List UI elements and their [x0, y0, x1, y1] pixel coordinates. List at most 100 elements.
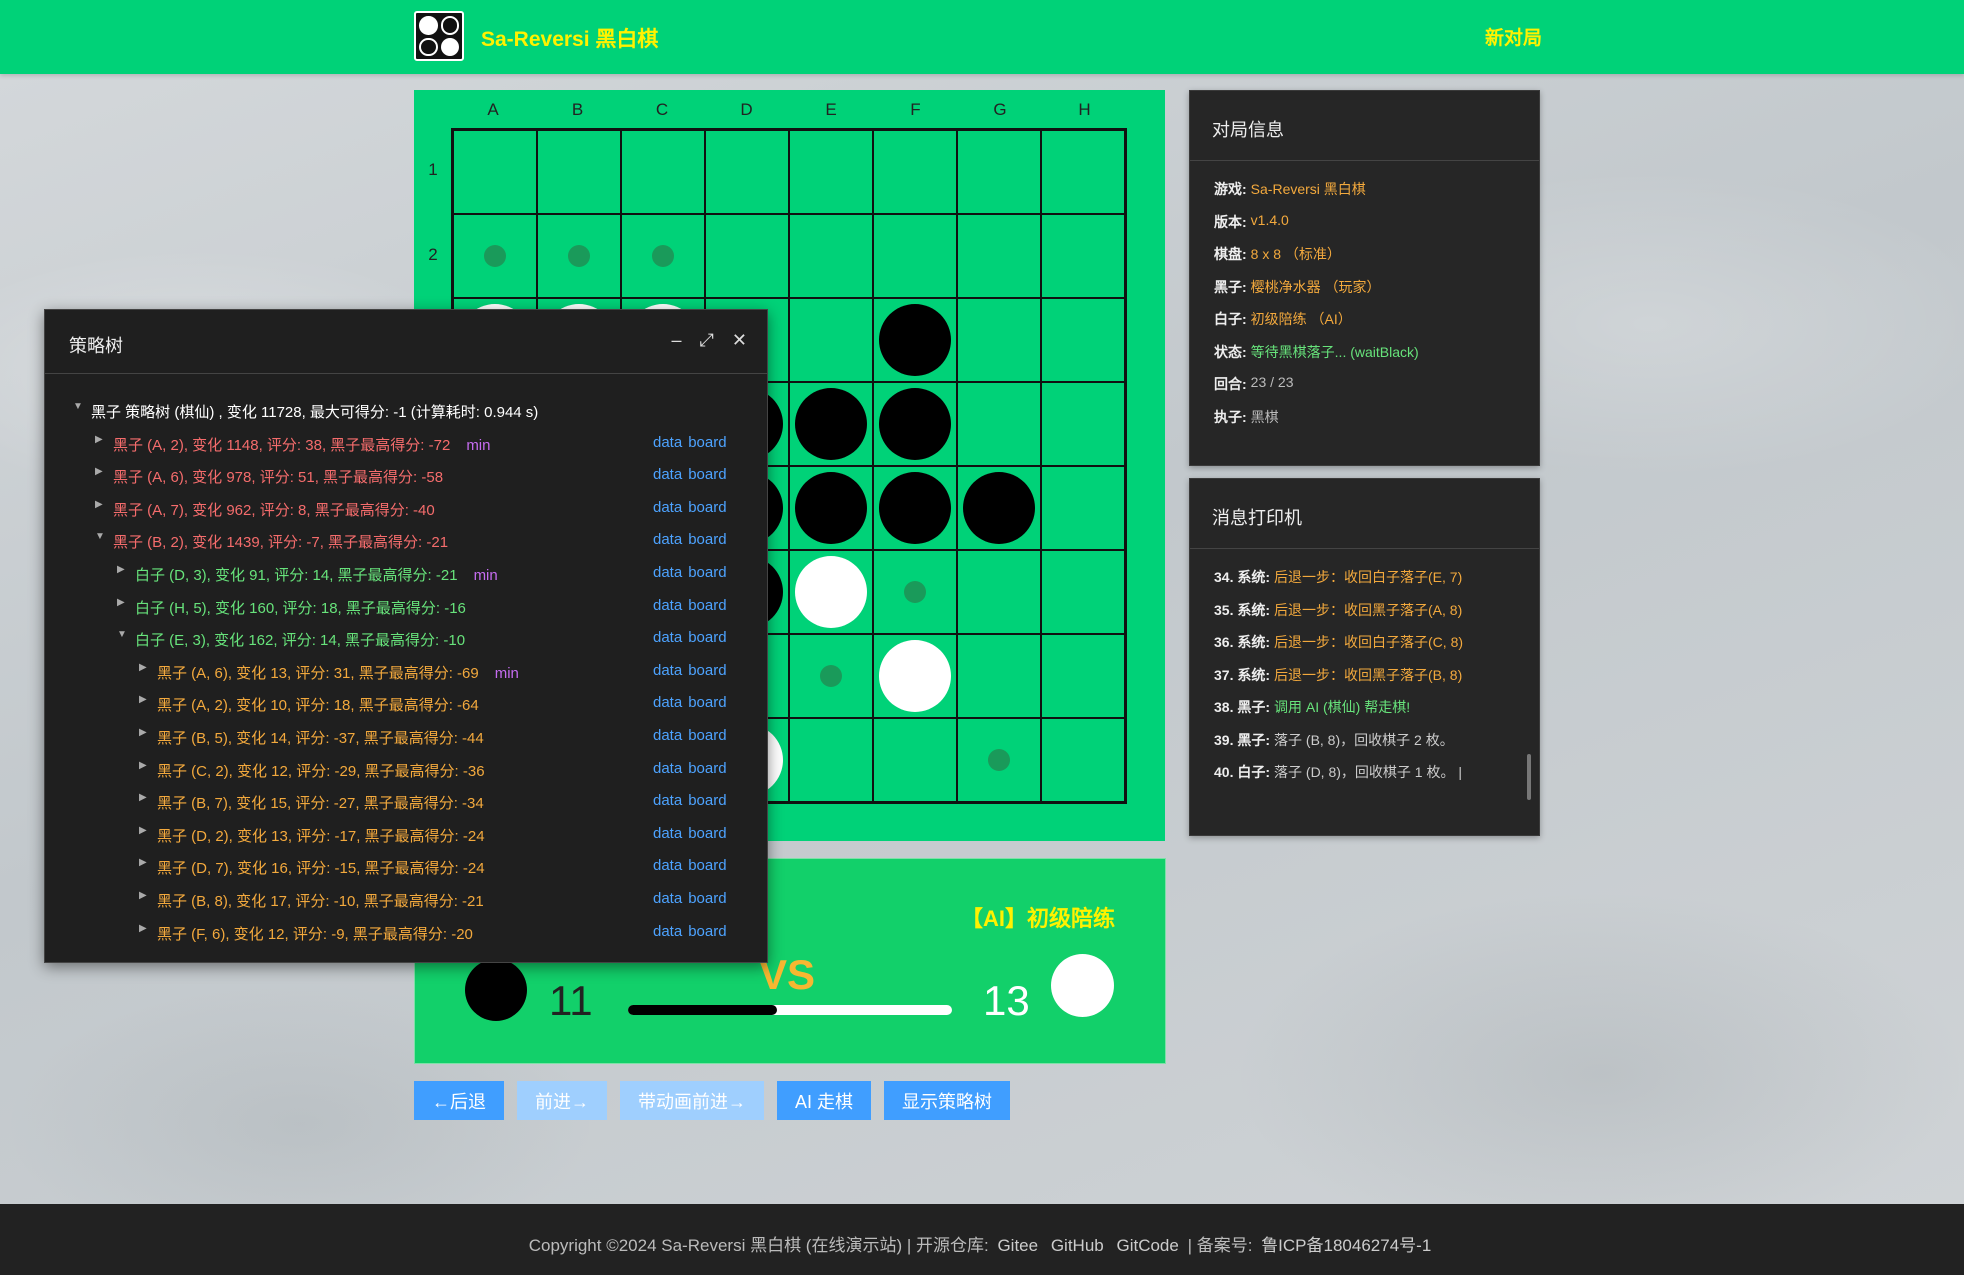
- board-link[interactable]: board: [688, 499, 726, 516]
- data-link[interactable]: data: [653, 890, 682, 907]
- tree-node[interactable]: ▶ 白子 (H, 5), 变化 160, 评分: 18, 黑子最高得分: -16 d…: [45, 597, 767, 630]
- caret-down-icon[interactable]: ▼: [73, 401, 85, 412]
- board-cell[interactable]: [621, 130, 705, 214]
- reversi-logo-icon[interactable]: [414, 11, 464, 61]
- caret-right-icon[interactable]: ▶: [139, 662, 151, 673]
- gitcode-link[interactable]: GitCode: [1116, 1236, 1178, 1255]
- board-cell[interactable]: [957, 634, 1041, 718]
- new-game-link[interactable]: 新对局: [1485, 23, 1542, 50]
- tree-node[interactable]: ▼ 黑子 (B, 2), 变化 1439, 评分: -7, 黑子最高得分: -21…: [45, 531, 767, 564]
- move-hint-dot[interactable]: [988, 749, 1010, 771]
- maximize-icon[interactable]: ⤢: [700, 330, 714, 351]
- board-cell[interactable]: [789, 634, 873, 718]
- move-hint-dot[interactable]: [484, 245, 506, 267]
- board-link[interactable]: board: [688, 629, 726, 646]
- board-cell[interactable]: [873, 214, 957, 298]
- move-hint-dot[interactable]: [820, 665, 842, 687]
- data-link[interactable]: data: [653, 727, 682, 744]
- data-link[interactable]: data: [653, 662, 682, 679]
- data-link[interactable]: data: [653, 434, 682, 451]
- board-cell[interactable]: [789, 466, 873, 550]
- board-cell[interactable]: [453, 214, 537, 298]
- tree-node[interactable]: ▼ 黑子 策略树 (棋仙) , 变化 11728, 最大可得分: -1 (计算耗时…: [45, 401, 767, 434]
- tree-node[interactable]: ▶ 黑子 (B, 7), 变化 15, 评分: -27, 黑子最高得分: -34 d…: [45, 792, 767, 825]
- gitee-link[interactable]: Gitee: [997, 1236, 1038, 1255]
- tree-node[interactable]: ▶ 黑子 (A, 7), 变化 962, 评分: 8, 黑子最高得分: -40 da…: [45, 499, 767, 532]
- tree-node[interactable]: ▼ 白子 (E, 3), 变化 162, 评分: 14, 黑子最高得分: -10 d…: [45, 629, 767, 662]
- board-link[interactable]: board: [688, 792, 726, 809]
- board-cell[interactable]: [957, 550, 1041, 634]
- brand-title[interactable]: Sa-Reversi 黑白棋: [481, 23, 658, 53]
- board-link[interactable]: board: [688, 597, 726, 614]
- board-cell[interactable]: [1041, 298, 1125, 382]
- data-link[interactable]: data: [653, 531, 682, 548]
- github-link[interactable]: GitHub: [1051, 1236, 1104, 1255]
- show-strategy-tree-button[interactable]: 显示策略树: [884, 1081, 1011, 1120]
- board-cell[interactable]: [705, 130, 789, 214]
- tree-node[interactable]: ▶ 黑子 (A, 6), 变化 978, 评分: 51, 黑子最高得分: -58 d…: [45, 466, 767, 499]
- caret-right-icon[interactable]: ▶: [95, 499, 107, 510]
- board-link[interactable]: board: [688, 466, 726, 483]
- data-link[interactable]: data: [653, 857, 682, 874]
- caret-right-icon[interactable]: ▶: [139, 760, 151, 771]
- board-cell[interactable]: [873, 130, 957, 214]
- caret-right-icon[interactable]: ▶: [139, 825, 151, 836]
- board-cell[interactable]: [957, 298, 1041, 382]
- board-cell[interactable]: [621, 214, 705, 298]
- board-cell[interactable]: [957, 382, 1041, 466]
- tree-node[interactable]: ▶ 黑子 (C, 2), 变化 12, 评分: -29, 黑子最高得分: -36 d…: [45, 760, 767, 793]
- caret-right-icon[interactable]: ▶: [139, 792, 151, 803]
- board-link[interactable]: board: [688, 564, 726, 581]
- board-cell[interactable]: [1041, 214, 1125, 298]
- data-link[interactable]: data: [653, 825, 682, 842]
- board-cell[interactable]: [873, 298, 957, 382]
- tree-node[interactable]: ▶ 黑子 (B, 8), 变化 17, 评分: -10, 黑子最高得分: -21 d…: [45, 890, 767, 923]
- board-cell[interactable]: [1041, 466, 1125, 550]
- move-hint-dot[interactable]: [652, 245, 674, 267]
- board-link[interactable]: board: [688, 662, 726, 679]
- caret-right-icon[interactable]: ▶: [139, 857, 151, 868]
- ai-move-button[interactable]: AI 走棋: [777, 1081, 872, 1120]
- board-cell[interactable]: [957, 214, 1041, 298]
- forward-button[interactable]: 前进→: [517, 1081, 607, 1120]
- tree-node[interactable]: ▶ 黑子 (A, 6), 变化 13, 评分: 31, 黑子最高得分: -69 mi…: [45, 662, 767, 695]
- board-cell[interactable]: [873, 382, 957, 466]
- board-cell[interactable]: [873, 550, 957, 634]
- animated-forward-button[interactable]: 带动画前进→: [620, 1081, 764, 1120]
- board-cell[interactable]: [873, 466, 957, 550]
- tree-node[interactable]: ▶ 黑子 (D, 2), 变化 13, 评分: -17, 黑子最高得分: -24 d…: [45, 825, 767, 858]
- caret-right-icon[interactable]: ▶: [95, 434, 107, 445]
- tree-node[interactable]: ▶ 黑子 (A, 2), 变化 10, 评分: 18, 黑子最高得分: -64 da…: [45, 694, 767, 727]
- caret-down-icon[interactable]: ▼: [117, 629, 129, 640]
- tree-node[interactable]: ▶ 黑子 (D, 7), 变化 16, 评分: -15, 黑子最高得分: -24 d…: [45, 857, 767, 890]
- caret-right-icon[interactable]: ▶: [95, 466, 107, 477]
- board-link[interactable]: board: [688, 923, 726, 940]
- data-link[interactable]: data: [653, 923, 682, 940]
- message-scrollbar[interactable]: [1527, 754, 1531, 800]
- caret-right-icon[interactable]: ▶: [117, 564, 129, 575]
- caret-right-icon[interactable]: ▶: [117, 597, 129, 608]
- board-cell[interactable]: [1041, 382, 1125, 466]
- caret-down-icon[interactable]: ▼: [95, 531, 107, 542]
- caret-right-icon[interactable]: ▶: [139, 694, 151, 705]
- icp-link[interactable]: 鲁ICP备18046274号-1: [1261, 1236, 1431, 1255]
- tree-node[interactable]: ▶ 黑子 (B, 5), 变化 14, 评分: -37, 黑子最高得分: -44 d…: [45, 727, 767, 760]
- board-cell[interactable]: [873, 634, 957, 718]
- board-link[interactable]: board: [688, 890, 726, 907]
- tree-node[interactable]: ▶ 白子 (D, 3), 变化 91, 评分: 14, 黑子最高得分: -21 mi…: [45, 564, 767, 597]
- board-cell[interactable]: [789, 550, 873, 634]
- move-hint-dot[interactable]: [904, 581, 926, 603]
- board-cell[interactable]: [789, 214, 873, 298]
- board-cell[interactable]: [957, 718, 1041, 802]
- back-button[interactable]: ←后退: [414, 1081, 504, 1120]
- board-link[interactable]: board: [688, 694, 726, 711]
- board-link[interactable]: board: [688, 727, 726, 744]
- data-link[interactable]: data: [653, 499, 682, 516]
- data-link[interactable]: data: [653, 466, 682, 483]
- move-hint-dot[interactable]: [568, 245, 590, 267]
- board-cell[interactable]: [789, 298, 873, 382]
- board-cell[interactable]: [957, 466, 1041, 550]
- board-cell[interactable]: [1041, 130, 1125, 214]
- dialog-header[interactable]: 策略树 – ⤢ ✕: [45, 310, 767, 374]
- board-link[interactable]: board: [688, 531, 726, 548]
